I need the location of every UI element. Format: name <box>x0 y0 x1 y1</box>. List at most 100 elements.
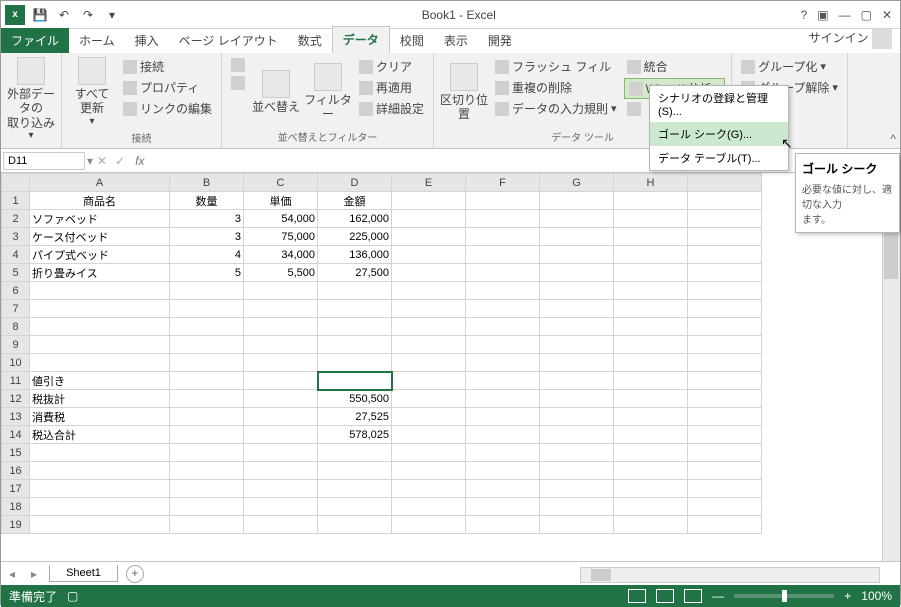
cell[interactable] <box>466 408 540 426</box>
cell[interactable] <box>244 408 318 426</box>
tab-formulas[interactable]: 数式 <box>288 28 332 53</box>
cell[interactable] <box>466 336 540 354</box>
cell[interactable] <box>170 426 244 444</box>
close-icon[interactable]: ✕ <box>882 8 892 22</box>
row-header[interactable]: 15 <box>2 444 30 462</box>
row-header[interactable]: 6 <box>2 282 30 300</box>
view-pagebreak-icon[interactable] <box>684 589 702 603</box>
cell[interactable] <box>688 462 762 480</box>
tab-home[interactable]: ホーム <box>69 28 125 53</box>
cell[interactable] <box>30 516 170 534</box>
cell[interactable] <box>688 480 762 498</box>
undo-icon[interactable]: ↶ <box>55 6 73 24</box>
row-header[interactable]: 5 <box>2 264 30 282</box>
cell[interactable] <box>30 318 170 336</box>
col-header[interactable]: A <box>30 174 170 192</box>
cell[interactable]: 34,000 <box>244 246 318 264</box>
cell[interactable] <box>170 390 244 408</box>
btn-clear[interactable]: クリア <box>356 57 427 76</box>
cell[interactable] <box>392 192 466 210</box>
btn-sort[interactable]: 並べ替え <box>252 57 300 127</box>
cell[interactable] <box>318 516 392 534</box>
cell[interactable] <box>392 390 466 408</box>
cell[interactable] <box>392 480 466 498</box>
cell[interactable] <box>688 390 762 408</box>
cell[interactable] <box>466 228 540 246</box>
cell[interactable] <box>30 336 170 354</box>
cell[interactable] <box>540 516 614 534</box>
col-header[interactable]: H <box>614 174 688 192</box>
row-header[interactable]: 17 <box>2 480 30 498</box>
cell[interactable] <box>466 462 540 480</box>
cell[interactable] <box>614 480 688 498</box>
cell[interactable] <box>466 516 540 534</box>
cell[interactable] <box>170 336 244 354</box>
cell[interactable] <box>170 462 244 480</box>
tab-insert[interactable]: 挿入 <box>125 28 169 53</box>
cell[interactable] <box>30 282 170 300</box>
cell[interactable]: 金額 <box>318 192 392 210</box>
cell[interactable] <box>392 282 466 300</box>
btn-flash-fill[interactable]: フラッシュ フィル <box>492 57 620 76</box>
col-header[interactable]: B <box>170 174 244 192</box>
cell[interactable] <box>244 282 318 300</box>
cell[interactable] <box>688 498 762 516</box>
cell[interactable] <box>614 192 688 210</box>
cell[interactable] <box>614 300 688 318</box>
save-icon[interactable]: 💾 <box>31 6 49 24</box>
cell[interactable] <box>318 444 392 462</box>
cell[interactable]: 折り畳みイス <box>30 264 170 282</box>
fx-icon[interactable]: fx <box>129 154 150 168</box>
cell[interactable]: 税抜計 <box>30 390 170 408</box>
row-header[interactable]: 12 <box>2 390 30 408</box>
cell[interactable]: パイプ式ベッド <box>30 246 170 264</box>
cell[interactable] <box>30 480 170 498</box>
cell[interactable] <box>30 462 170 480</box>
btn-remove-dup[interactable]: 重複の削除 <box>492 78 620 97</box>
cell[interactable] <box>244 426 318 444</box>
add-sheet-button[interactable]: + <box>126 565 144 583</box>
zoom-level[interactable]: 100% <box>861 589 892 603</box>
cell[interactable] <box>466 318 540 336</box>
mi-goal-seek[interactable]: ゴール シーク(G)... <box>650 122 788 146</box>
cell[interactable] <box>466 480 540 498</box>
cell[interactable] <box>614 336 688 354</box>
collapse-ribbon-icon[interactable]: ^ <box>890 132 896 146</box>
horizontal-scrollbar[interactable] <box>580 567 880 583</box>
sheet-tab[interactable]: Sheet1 <box>49 565 118 582</box>
cell[interactable] <box>466 300 540 318</box>
btn-consolidate[interactable]: 統合 <box>624 57 726 76</box>
cell[interactable] <box>614 354 688 372</box>
cell[interactable] <box>244 480 318 498</box>
cell[interactable] <box>170 282 244 300</box>
btn-edit-links[interactable]: リンクの編集 <box>120 99 215 118</box>
col-header[interactable]: C <box>244 174 318 192</box>
cell[interactable] <box>392 408 466 426</box>
cell[interactable] <box>614 408 688 426</box>
btn-data-validation[interactable]: データの入力規則 ▾ <box>492 99 620 118</box>
cell[interactable] <box>318 318 392 336</box>
cell[interactable]: ケース付ベッド <box>30 228 170 246</box>
cell[interactable]: 単価 <box>244 192 318 210</box>
cell[interactable] <box>614 372 688 390</box>
cell[interactable]: 4 <box>170 246 244 264</box>
cell[interactable] <box>244 444 318 462</box>
cell[interactable] <box>30 354 170 372</box>
cell[interactable] <box>688 408 762 426</box>
btn-sort-desc[interactable] <box>228 75 248 91</box>
cell[interactable] <box>392 246 466 264</box>
cell[interactable] <box>170 444 244 462</box>
cell[interactable] <box>466 264 540 282</box>
cell[interactable] <box>688 192 762 210</box>
tab-file[interactable]: ファイル <box>1 28 69 53</box>
cell[interactable]: 5,500 <box>244 264 318 282</box>
cell[interactable] <box>244 516 318 534</box>
cell[interactable] <box>318 282 392 300</box>
cell[interactable] <box>466 246 540 264</box>
cell[interactable] <box>540 300 614 318</box>
cell[interactable] <box>688 210 762 228</box>
cell[interactable] <box>244 498 318 516</box>
row-header[interactable]: 16 <box>2 462 30 480</box>
btn-group[interactable]: グループ化 ▾ <box>738 57 841 76</box>
cell[interactable] <box>540 246 614 264</box>
